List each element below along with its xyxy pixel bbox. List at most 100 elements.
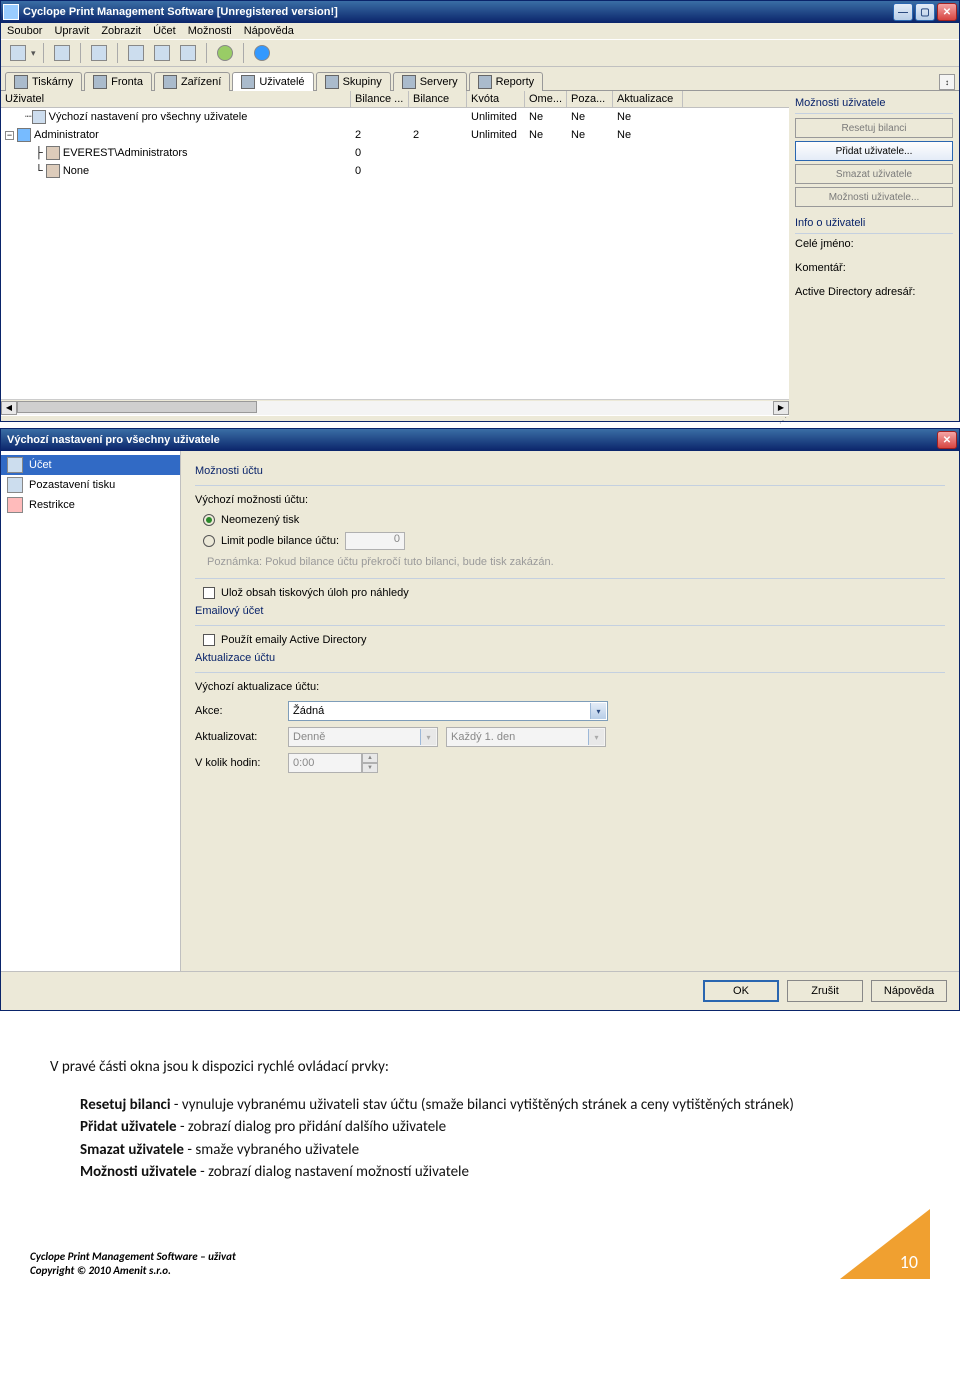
- update-day-select[interactable]: Každý 1. den ▾: [446, 727, 606, 747]
- table-row[interactable]: ├ EVEREST\Administrators 0: [1, 144, 789, 162]
- table-row[interactable]: ┈Výchozí nastavení pro všechny uživatele…: [1, 108, 789, 126]
- tool-search[interactable]: [88, 42, 110, 64]
- spin-up-icon[interactable]: ▲: [362, 753, 378, 763]
- device-icon: [163, 75, 177, 89]
- col-aktualizace[interactable]: Aktualizace: [613, 91, 683, 107]
- doc-text: V pravé části okna jsou k dispozici rych…: [0, 1011, 960, 1209]
- ok-button[interactable]: OK: [703, 980, 779, 1002]
- doc-item: Resetuj bilanci - vynuluje vybranému uži…: [80, 1094, 910, 1117]
- spin-down-icon[interactable]: ▼: [362, 763, 378, 773]
- tool-help[interactable]: [251, 42, 273, 64]
- tab-reporty[interactable]: Reporty: [469, 72, 544, 91]
- cell: [409, 116, 467, 118]
- radio-label: Neomezený tisk: [221, 514, 299, 526]
- scroll-right-button[interactable]: ▶: [773, 401, 789, 415]
- tab-scroll-button[interactable]: ↕: [939, 74, 955, 90]
- tab-bar: Tiskárny Fronta Zařízení Uživatelé Skupi…: [1, 67, 959, 91]
- user-grid: Uživatel Bilance ... Bilance Kvóta Ome..…: [1, 91, 789, 421]
- scroll-thumb[interactable]: [17, 401, 257, 413]
- maximize-button[interactable]: ▢: [915, 3, 935, 21]
- checkbox-icon: [203, 587, 215, 599]
- tab-uzivatele[interactable]: Uživatelé: [232, 72, 313, 91]
- tool-refresh[interactable]: [7, 42, 29, 64]
- cell: [567, 170, 613, 172]
- scroll-track[interactable]: [17, 401, 773, 415]
- lock-icon: [7, 497, 23, 513]
- close-button[interactable]: ✕: [937, 3, 957, 21]
- action-select[interactable]: Žádná ▾: [288, 701, 608, 721]
- tool-user-add[interactable]: [125, 42, 147, 64]
- nav-ucet[interactable]: Účet: [1, 455, 180, 475]
- radio-icon: [203, 535, 215, 547]
- tab-label: Servery: [420, 76, 458, 88]
- side-panel: Možnosti uživatele Resetuj bilanci Přida…: [789, 91, 959, 421]
- tab-fronta[interactable]: Fronta: [84, 72, 152, 91]
- doc-span: - zobrazí dialog pro přidání dalšího uži…: [177, 1118, 447, 1136]
- radio-limit[interactable]: Limit podle bilance účtu: 0: [203, 532, 945, 550]
- tab-zarizeni[interactable]: Zařízení: [154, 72, 230, 91]
- dialog-nav: Účet Pozastavení tisku Restrikce: [1, 451, 181, 971]
- dialog-close-button[interactable]: ✕: [937, 431, 957, 449]
- time-spinner[interactable]: 0:00 ▲ ▼: [288, 753, 378, 773]
- nav-restrikce[interactable]: Restrikce: [1, 495, 180, 515]
- table-row[interactable]: └ None 0: [1, 162, 789, 180]
- collapse-icon[interactable]: −: [5, 131, 14, 140]
- combo-value: Denně: [293, 731, 325, 743]
- row-label: Výchozí nastavení pro všechny uživatele: [49, 111, 248, 123]
- col-bilance1[interactable]: Bilance ...: [351, 91, 409, 107]
- menu-zobrazit[interactable]: Zobrazit: [101, 25, 141, 37]
- tool-save[interactable]: [51, 42, 73, 64]
- menu-soubor[interactable]: Soubor: [7, 25, 42, 37]
- tool-user-del[interactable]: [151, 42, 173, 64]
- delete-user-button[interactable]: Smazat uživatele: [795, 164, 953, 184]
- col-uzivatel[interactable]: Uživatel: [1, 91, 351, 107]
- reset-balance-button[interactable]: Resetuj bilanci: [795, 118, 953, 138]
- menu-ucet[interactable]: Účet: [153, 25, 176, 37]
- doc-span: - zobrazí dialog nastavení možností uživ…: [197, 1163, 469, 1181]
- help-button[interactable]: Nápověda: [871, 980, 947, 1002]
- cell: [525, 170, 567, 172]
- tab-servery[interactable]: Servery: [393, 72, 467, 91]
- add-user-button[interactable]: Přidat uživatele...: [795, 141, 953, 161]
- minimize-button[interactable]: —: [893, 3, 913, 21]
- user-options-button[interactable]: Možnosti uživatele...: [795, 187, 953, 207]
- user-icon: [17, 128, 31, 142]
- radio-unlimited[interactable]: Neomezený tisk: [203, 514, 945, 526]
- chevron-down-icon: ▾: [590, 703, 606, 719]
- cell: Ne: [613, 128, 683, 142]
- nav-label: Účet: [29, 459, 52, 471]
- limit-input[interactable]: 0: [345, 532, 405, 550]
- nav-pozastaveni[interactable]: Pozastavení tisku: [1, 475, 180, 495]
- table-row[interactable]: −Administrator 2 2 Unlimited Ne Ne Ne: [1, 126, 789, 144]
- tab-label: Zařízení: [181, 76, 221, 88]
- side-group-info: Info o uživateli: [795, 217, 953, 229]
- resize-grip[interactable]: ⋰: [1, 415, 789, 421]
- menu-moznosti[interactable]: Možnosti: [188, 25, 232, 37]
- col-ome[interactable]: Ome...: [525, 91, 567, 107]
- cell: Ne: [613, 110, 683, 124]
- scroll-left-button[interactable]: ◀: [1, 401, 17, 415]
- cell: [613, 170, 683, 172]
- cell: [613, 152, 683, 154]
- app-icon: [3, 4, 19, 20]
- update-freq-select[interactable]: Denně ▾: [288, 727, 438, 747]
- menu-upravit[interactable]: Upravit: [54, 25, 89, 37]
- col-kvota[interactable]: Kvóta: [467, 91, 525, 107]
- tab-tiskarny[interactable]: Tiskárny: [5, 72, 82, 91]
- tab-label: Skupiny: [343, 76, 382, 88]
- radio-icon: [203, 514, 215, 526]
- page-number: 10: [900, 1251, 918, 1273]
- col-poza[interactable]: Poza...: [567, 91, 613, 107]
- col-bilance2[interactable]: Bilance: [409, 91, 467, 107]
- horizontal-scrollbar[interactable]: ◀ ▶: [1, 399, 789, 415]
- tab-skupiny[interactable]: Skupiny: [316, 72, 391, 91]
- tool-settings[interactable]: [214, 42, 236, 64]
- cancel-button[interactable]: Zrušit: [787, 980, 863, 1002]
- doc-bold: Resetuj bilanci: [80, 1096, 171, 1114]
- menu-napoveda[interactable]: Nápověda: [244, 25, 294, 37]
- checkbox-save-jobs[interactable]: Ulož obsah tiskových úloh pro náhledy: [203, 587, 945, 599]
- tool-user-opts[interactable]: [177, 42, 199, 64]
- doc-bold: Smazat uživatele: [80, 1141, 184, 1159]
- doc-item: Smazat uživatele - smaže vybraného uživa…: [80, 1139, 910, 1162]
- checkbox-ad-emails[interactable]: Použít emaily Active Directory: [203, 634, 945, 646]
